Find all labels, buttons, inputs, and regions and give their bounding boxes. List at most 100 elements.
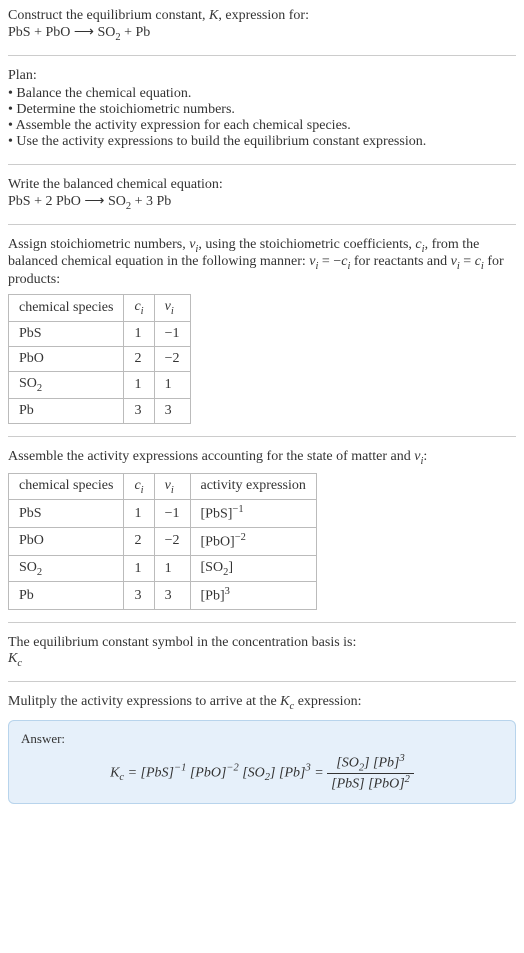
table-row: PbS 1 −1 bbox=[9, 321, 191, 346]
table-row: PbS 1 −1 [PbS]−1 bbox=[9, 500, 317, 528]
table-row: SO2 1 1 bbox=[9, 371, 191, 398]
numerator: [SO2] [Pb]3 bbox=[327, 753, 414, 774]
table-row: Pb 3 3 [Pb]3 bbox=[9, 582, 317, 610]
nu-cell: 3 bbox=[154, 582, 190, 610]
species-cell: PbO bbox=[9, 346, 124, 371]
activity-cell: [PbO]−2 bbox=[190, 528, 316, 556]
activity-cell: [Pb]3 bbox=[190, 582, 316, 610]
answer-equation: Kc = [PbS]−1 [PbO]−2 [SO2] [Pb]3 = [SO2]… bbox=[21, 753, 503, 793]
i-sub: i bbox=[141, 484, 144, 495]
balanced-rhs-so2: SO bbox=[108, 194, 126, 209]
table-header-row: chemical species ci νi bbox=[9, 295, 191, 322]
th-nui: νi bbox=[154, 473, 190, 500]
fraction: [SO2] [Pb]3[PbS] [PbO]2 bbox=[327, 753, 414, 793]
symbol-text: The equilibrium constant symbol in the c… bbox=[8, 635, 516, 651]
eq-equals: = − bbox=[318, 254, 341, 269]
species-cell: PbO bbox=[9, 528, 124, 556]
kc-symbol: Kc bbox=[8, 651, 516, 669]
assign-text2: , using the stoichiometric coefficients, bbox=[198, 237, 415, 252]
plan-list: Balance the chemical equation. Determine… bbox=[8, 86, 516, 150]
multiply-section: Mulitply the activity expressions to arr… bbox=[8, 694, 516, 816]
assemble-section: Assemble the activity expressions accoun… bbox=[8, 449, 516, 623]
th-ci: ci bbox=[124, 295, 154, 322]
balanced-lhs: PbS + 2 PbO bbox=[8, 194, 81, 209]
assemble-text2: : bbox=[423, 449, 427, 464]
k-symbol: K bbox=[209, 8, 218, 23]
species-cell: PbS bbox=[9, 321, 124, 346]
c-cell: 3 bbox=[124, 582, 154, 610]
th-species: chemical species bbox=[9, 295, 124, 322]
act-base: [SO bbox=[201, 560, 224, 575]
species-cell: Pb bbox=[9, 582, 124, 610]
c-cell: 1 bbox=[124, 555, 154, 582]
reaction-arrow: ⟶ bbox=[74, 25, 94, 40]
table-header-row: chemical species ci νi activity expressi… bbox=[9, 473, 317, 500]
nu-cell: 1 bbox=[154, 555, 190, 582]
plan-item: Balance the chemical equation. bbox=[8, 86, 516, 102]
symbol-section: The equilibrium constant symbol in the c… bbox=[8, 635, 516, 682]
act-sup: −2 bbox=[235, 532, 246, 543]
multiply-text2: expression: bbox=[294, 694, 361, 709]
species-cell: PbS bbox=[9, 500, 124, 528]
c-cell: 1 bbox=[124, 500, 154, 528]
num-pb: ] [Pb] bbox=[364, 755, 399, 770]
so2-text: SO bbox=[19, 560, 37, 575]
unbalanced-reaction: PbS + PbO ⟶ SO2 + Pb bbox=[8, 24, 516, 43]
plan-item: Determine the stoichiometric numbers. bbox=[8, 102, 516, 118]
so2: [SO bbox=[239, 765, 265, 780]
num-so2: [SO bbox=[336, 755, 359, 770]
activity-cell: [PbS]−1 bbox=[190, 500, 316, 528]
activity-cell: [SO2] bbox=[190, 555, 316, 582]
assemble-text: Assemble the activity expressions accoun… bbox=[8, 449, 516, 467]
reaction-lhs: PbS + PbO bbox=[8, 25, 70, 40]
species-cell: SO2 bbox=[9, 371, 124, 398]
table-row: SO2 1 1 [SO2] bbox=[9, 555, 317, 582]
plan-item: Use the activity expressions to build th… bbox=[8, 134, 516, 150]
th-ci: ci bbox=[124, 473, 154, 500]
balanced-arrow: ⟶ bbox=[84, 194, 104, 209]
th-activity: activity expression bbox=[190, 473, 316, 500]
table-row: Pb 3 3 bbox=[9, 398, 191, 423]
plan-section: Plan: Balance the chemical equation. Det… bbox=[8, 68, 516, 165]
activity-table: chemical species ci νi activity expressi… bbox=[8, 473, 317, 611]
balanced-rhs-pb: + 3 Pb bbox=[131, 194, 171, 209]
assemble-text1: Assemble the activity expressions accoun… bbox=[8, 449, 414, 464]
reaction-rhs-so2: SO bbox=[97, 25, 115, 40]
multiply-text1: Mulitply the activity expressions to arr… bbox=[8, 694, 280, 709]
pb: ] [Pb] bbox=[270, 765, 305, 780]
pbs: [PbS] bbox=[141, 765, 174, 780]
th-species: chemical species bbox=[9, 473, 124, 500]
act-sup: −1 bbox=[232, 504, 243, 515]
stoich-table: chemical species ci νi PbS 1 −1 PbO 2 −2… bbox=[8, 294, 191, 424]
c-cell: 2 bbox=[124, 346, 154, 371]
act-sup: 3 bbox=[225, 586, 230, 597]
k: K bbox=[110, 765, 119, 780]
den-sup: 2 bbox=[405, 774, 410, 785]
i-sub: i bbox=[171, 484, 174, 495]
nu-cell: −2 bbox=[154, 346, 190, 371]
plan-heading: Plan: bbox=[8, 68, 516, 84]
table-row: PbO 2 −2 [PbO]−2 bbox=[9, 528, 317, 556]
c-sub: c bbox=[17, 658, 22, 669]
so2-sub: 2 bbox=[37, 383, 42, 394]
answer-label: Answer: bbox=[21, 731, 503, 747]
th-nui: νi bbox=[154, 295, 190, 322]
act-base: [PbO] bbox=[201, 535, 235, 550]
equals: = bbox=[124, 765, 140, 780]
sup2: −2 bbox=[226, 762, 238, 773]
assign-text: Assign stoichiometric numbers, νi, using… bbox=[8, 237, 516, 289]
assign-text4: for reactants and bbox=[350, 254, 450, 269]
reaction-rhs-pb: + Pb bbox=[121, 25, 151, 40]
table-row: PbO 2 −2 bbox=[9, 346, 191, 371]
multiply-text: Mulitply the activity expressions to arr… bbox=[8, 694, 516, 712]
num-sup: 3 bbox=[400, 753, 405, 764]
k: K bbox=[280, 694, 289, 709]
act-base: [Pb] bbox=[201, 589, 225, 604]
eq2-equals: = bbox=[460, 254, 475, 269]
c-cell: 2 bbox=[124, 528, 154, 556]
c-cell: 1 bbox=[124, 321, 154, 346]
intro-section: Construct the equilibrium constant, K, e… bbox=[8, 8, 516, 56]
answer-box: Answer: Kc = [PbS]−1 [PbO]−2 [SO2] [Pb]3… bbox=[8, 720, 516, 804]
nu-cell: −1 bbox=[154, 321, 190, 346]
act-close: ] bbox=[228, 560, 233, 575]
